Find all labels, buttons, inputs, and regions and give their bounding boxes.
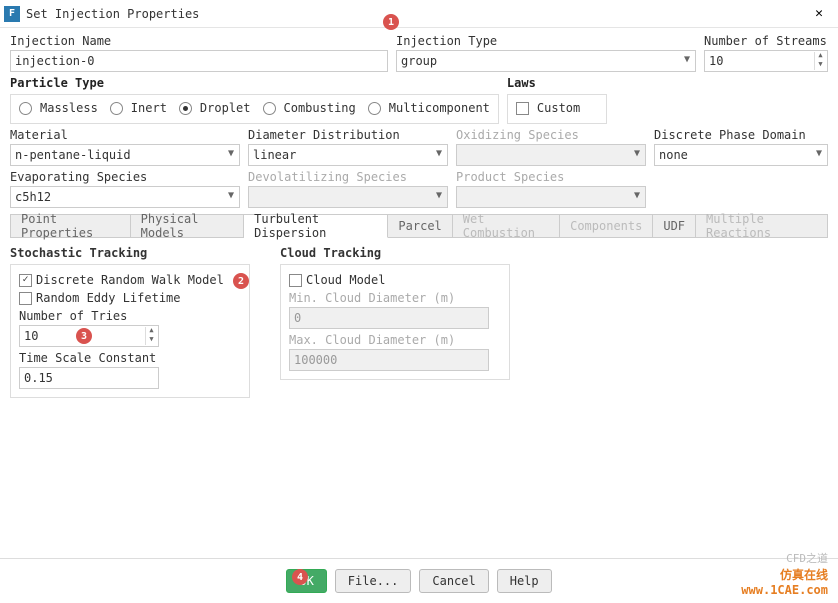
button-row: 4 OK File... Cancel Help [0,558,838,603]
cloud-max-input: 100000 [289,349,489,371]
chevron-down-icon: ▼ [436,190,442,201]
chevron-down-icon: ▼ [228,148,234,159]
radio-droplet[interactable] [179,102,192,115]
watermark: CFD之道 仿真在线 www.1CAE.com [741,550,828,597]
tsc-input[interactable]: 0.15 [19,367,159,389]
tab-bar: Point Properties Physical Models Turbule… [10,214,828,238]
product-select: ▼ [456,186,646,208]
chevron-down-icon: ▼ [228,190,234,201]
tab-turbulent-dispersion[interactable]: Turbulent Dispersion [244,215,388,238]
cloud-max-label: Max. Cloud Diameter (m) [289,333,501,347]
injection-type-label: Injection Type [396,34,696,48]
streams-input[interactable]: 10▲▼ [704,50,828,72]
cloud-min-label: Min. Cloud Diameter (m) [289,291,501,305]
laws-group: Custom [507,94,607,124]
injection-name-input[interactable]: injection-0 [10,50,388,72]
chevron-down-icon: ▼ [816,148,822,159]
tab-point-properties[interactable]: Point Properties [11,215,131,237]
cloud-panel: Cloud Model Min. Cloud Diameter (m) 0 Ma… [280,264,510,380]
tab-multiple-reactions: Multiple Reactions [696,215,827,237]
streams-label: Number of Streams [704,34,828,48]
check-custom[interactable] [516,102,529,115]
radio-massless[interactable] [19,102,32,115]
chevron-down-icon: ▼ [436,148,442,159]
titlebar: F Set Injection Properties ✕ [0,0,838,28]
stochastic-title: Stochastic Tracking [10,246,250,260]
diameter-dist-label: Diameter Distribution [248,128,448,142]
tries-label: Number of Tries [19,309,241,323]
badge-1: 1 [383,14,399,30]
devol-select: ▼ [248,186,448,208]
injection-type-select[interactable]: group▼ [396,50,696,72]
spinner-icon[interactable]: ▲▼ [145,327,157,345]
oxidizing-select: ▼ [456,144,646,166]
chevron-down-icon: ▼ [634,190,640,201]
laws-title: Laws [507,76,607,90]
cloud-min-input: 0 [289,307,489,329]
check-cloud-model[interactable] [289,274,302,287]
material-label: Material [10,128,240,142]
help-button[interactable]: Help [497,569,552,593]
tab-wet-combustion: Wet Combustion [453,215,560,237]
stochastic-panel: Discrete Random Walk Model 2 Random Eddy… [10,264,250,398]
evap-select[interactable]: c5h12▼ [10,186,240,208]
chevron-down-icon: ▼ [634,148,640,159]
badge-3: 3 [76,328,92,344]
radio-multicomponent[interactable] [368,102,381,115]
domain-select[interactable]: none▼ [654,144,828,166]
tab-parcel[interactable]: Parcel [388,215,452,237]
particle-type-title: Particle Type [10,76,499,90]
domain-label: Discrete Phase Domain [654,128,828,142]
product-label: Product Species [456,170,646,184]
tsc-label: Time Scale Constant [19,351,241,365]
check-rel[interactable] [19,292,32,305]
injection-name-label: Injection Name [10,34,388,48]
file-button[interactable]: File... [335,569,412,593]
material-select[interactable]: n-pentane-liquid▼ [10,144,240,166]
tab-udf[interactable]: UDF [653,215,696,237]
chevron-down-icon: ▼ [684,54,690,65]
tab-components: Components [560,215,653,237]
window-title: Set Injection Properties [26,7,804,21]
close-icon[interactable]: ✕ [804,4,834,24]
cloud-title: Cloud Tracking [280,246,510,260]
evap-label: Evaporating Species [10,170,240,184]
app-icon: F [4,6,20,22]
badge-4: 4 [292,569,308,585]
oxidizing-label: Oxidizing Species [456,128,646,142]
devol-label: Devolatilizing Species [248,170,448,184]
particle-type-group: Massless Inert Droplet Combusting Multic… [10,94,499,124]
radio-inert[interactable] [110,102,123,115]
cancel-button[interactable]: Cancel [419,569,488,593]
tab-physical-models[interactable]: Physical Models [131,215,244,237]
tries-input[interactable]: 10 ▲▼ 3 [19,325,159,347]
radio-combusting[interactable] [263,102,276,115]
badge-2: 2 [233,273,249,289]
check-drw[interactable] [19,274,32,287]
diameter-dist-select[interactable]: linear▼ [248,144,448,166]
spinner-icon[interactable]: ▲▼ [814,52,826,70]
